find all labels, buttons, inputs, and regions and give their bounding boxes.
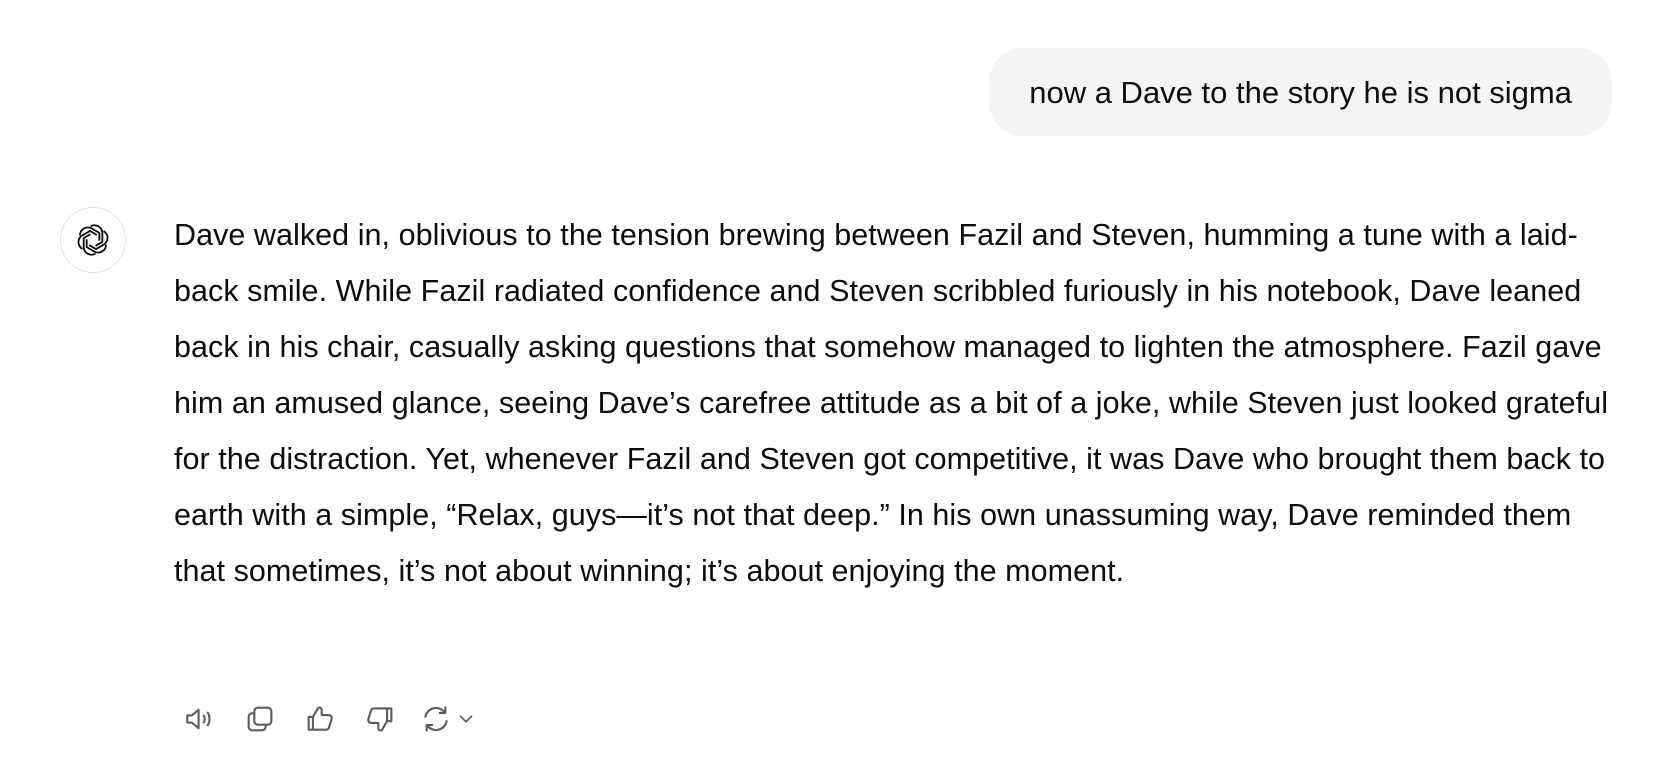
chevron-down-icon: [459, 715, 473, 723]
assistant-message-text: Dave walked in, oblivious to the tension…: [174, 218, 1609, 588]
copy-button[interactable]: [230, 695, 290, 743]
user-message-row: now a Dave to the story he is not sigma: [989, 48, 1612, 136]
assistant-answer: Dave walked in, oblivious to the tension…: [174, 207, 1614, 599]
regenerate-icon: [424, 706, 448, 732]
message-actions-toolbar: [170, 695, 486, 743]
assistant-avatar: [60, 207, 126, 273]
thumbs-down-icon: [367, 707, 393, 732]
regenerate-button[interactable]: [410, 695, 486, 743]
chat-page: now a Dave to the story he is not sigma …: [0, 0, 1654, 774]
thumbs-up-icon: [307, 706, 333, 731]
bad-response-button[interactable]: [350, 695, 410, 743]
openai-logo-icon: [77, 224, 109, 256]
read-aloud-button[interactable]: [170, 695, 230, 743]
copy-icon: [247, 706, 273, 732]
good-response-button[interactable]: [290, 695, 350, 743]
speaker-icon: [186, 708, 211, 730]
user-message-bubble: now a Dave to the story he is not sigma: [989, 48, 1612, 136]
